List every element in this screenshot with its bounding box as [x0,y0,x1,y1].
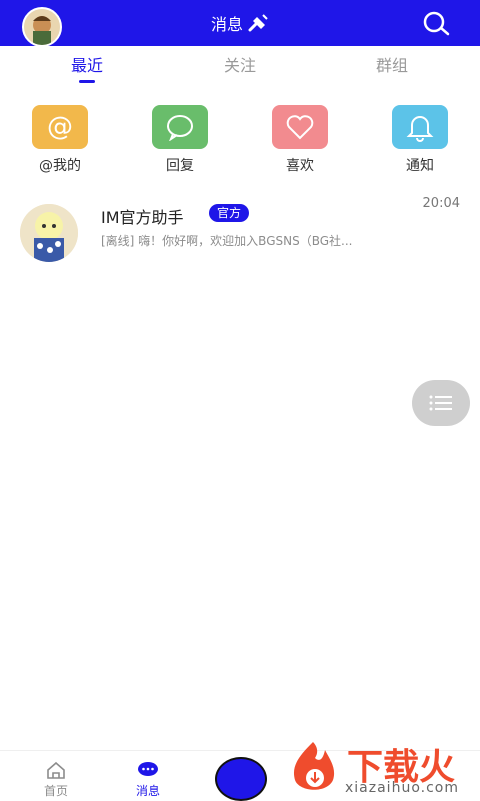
active-tab-indicator [79,80,95,83]
tab-following[interactable]: 关注 [200,52,280,76]
nav-messages-label: 消息 [135,784,160,798]
conversation-row[interactable]: IM官方助手 官方 20:04 [离线] 嗨！你好啊，欢迎加入BGSNS（BG社… [0,192,480,262]
conversation-name: IM官方助手 [101,208,184,227]
bell-icon [392,105,448,149]
quick-action-likes[interactable]: 喜欢 [260,105,340,175]
watermark-logo: 下载火 xiazaihuo.com [285,738,475,800]
flame-icon [293,742,335,790]
page-title: 消息 [210,15,243,34]
home-icon [47,761,65,779]
conversation-avatar [20,204,78,262]
nav-home[interactable]: 首页 [26,761,86,799]
message-icon [138,762,158,776]
list-icon [429,395,452,411]
quick-action-label: 回复 [166,158,194,174]
quick-action-label: 通知 [406,158,434,174]
nav-messages[interactable]: 消息 [118,761,178,799]
nav-home-label: 首页 [43,784,68,798]
official-badge: 官方 [209,204,250,222]
search-icon [423,11,450,36]
page-title-wrap: 消息 [0,0,480,46]
quick-action-notifications[interactable]: 通知 [380,105,460,175]
quick-action-label: @我的 [39,158,81,174]
center-action-button[interactable] [215,757,267,801]
list-menu-button[interactable] [412,380,470,426]
heart-icon [272,105,328,149]
watermark-domain: xiazaihuo.com [345,780,459,796]
broom-icon[interactable] [247,13,269,33]
search-button[interactable] [422,11,452,37]
tab-groups[interactable]: 群组 [352,52,432,76]
svg-text:@: @ [47,112,73,142]
quick-action-label: 喜欢 [286,158,314,174]
conversation-preview: [离线] 嗨！你好啊，欢迎加入BGSNS（BG社... [101,234,353,248]
quick-action-at-me[interactable]: @ @我的 [20,105,100,175]
tab-bar: 最近 关注 群组 [0,46,480,86]
at-icon: @ [32,105,88,149]
quick-action-reply[interactable]: 回复 [140,105,220,175]
tab-recent[interactable]: 最近 [47,52,127,76]
chat-bubble-icon [152,105,208,149]
conversation-time: 20:04 [422,196,460,211]
